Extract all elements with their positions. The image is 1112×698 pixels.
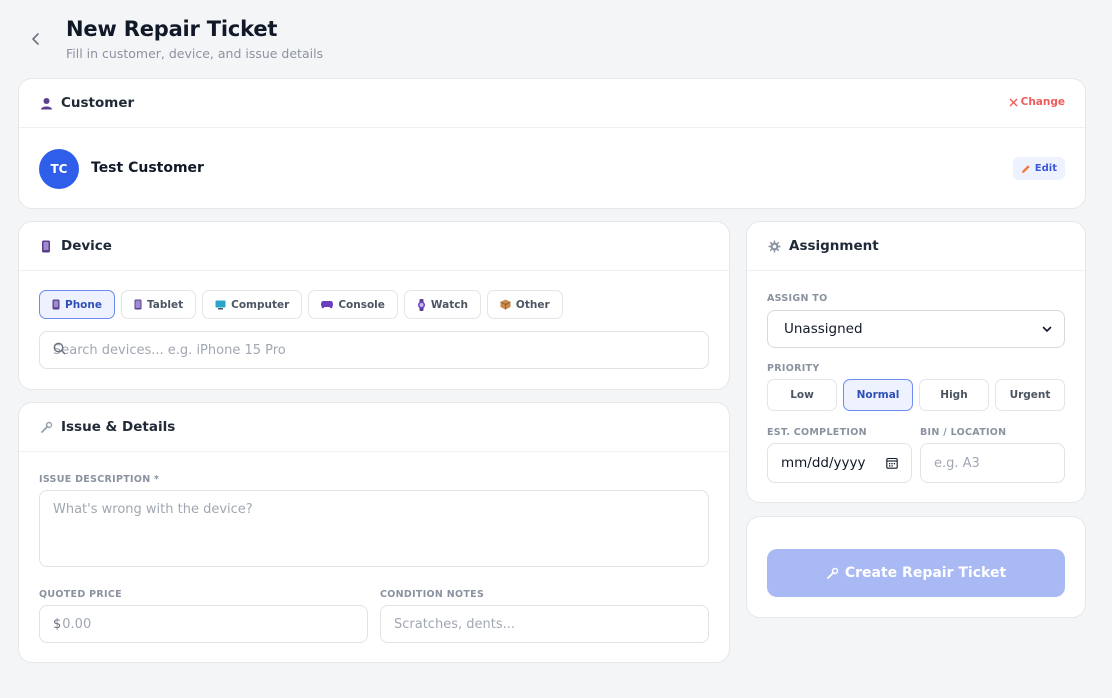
quoted-price-input[interactable]: [62, 616, 354, 632]
chevron-down-icon: [1042, 326, 1052, 333]
device-type-label: Other: [515, 298, 550, 311]
device-search-input[interactable]: [53, 342, 695, 358]
customer-name: Test Customer: [91, 160, 204, 176]
page-subtitle: Fill in customer, device, and issue deta…: [66, 46, 324, 61]
priority-low[interactable]: Low: [767, 379, 837, 411]
gamepad-icon: [321, 301, 334, 309]
back-button[interactable]: [21, 24, 51, 54]
avatar: TC: [39, 149, 79, 189]
condition-notes-label: CONDITION NOTES: [380, 589, 485, 600]
device-type-tablet[interactable]: Tablet: [120, 290, 197, 319]
assignment-card-header: Assignment: [747, 222, 1085, 271]
est-completion-label: EST. COMPLETION: [767, 427, 867, 438]
assignment-card: Assignment ASSIGN TO Unassigned PRIORITY…: [746, 221, 1086, 503]
device-card: Device Phone Tablet Computer Console Wat…: [18, 221, 730, 390]
issue-description-label: ISSUE DESCRIPTION *: [39, 474, 160, 485]
device-type-selector: Phone Tablet Computer Console Watch Othe…: [39, 290, 563, 319]
est-completion-value: mm/dd/yyyy: [781, 455, 866, 471]
est-completion-field[interactable]: mm/dd/yyyy: [767, 443, 912, 483]
page-header: New Repair Ticket Fill in customer, devi…: [0, 0, 1112, 78]
package-icon: [500, 299, 511, 310]
pencil-icon: [1021, 164, 1030, 173]
customer-card-header: Customer Change: [19, 79, 1085, 128]
issue-card: Issue & Details ISSUE DESCRIPTION * QUOT…: [18, 402, 730, 663]
device-section-title: Device: [61, 238, 112, 254]
page-title: New Repair Ticket: [66, 17, 278, 41]
priority-label: PRIORITY: [767, 363, 820, 374]
calendar-icon[interactable]: [886, 457, 898, 469]
device-search-field[interactable]: [39, 331, 709, 369]
priority-normal[interactable]: Normal: [843, 379, 913, 411]
device-type-console[interactable]: Console: [308, 290, 398, 319]
gear-icon: [767, 239, 781, 253]
phone-icon: [52, 299, 60, 310]
assignment-section-title: Assignment: [789, 238, 879, 254]
wrench-icon: [826, 567, 839, 579]
change-label: Change: [1020, 96, 1065, 108]
condition-notes-field[interactable]: [380, 605, 709, 643]
device-type-other[interactable]: Other: [486, 290, 563, 319]
bin-location-label: BIN / LOCATION: [920, 427, 1007, 438]
customer-section-title: Customer: [61, 95, 135, 111]
search-icon: [53, 342, 66, 359]
quoted-price-label: QUOTED PRICE: [39, 589, 122, 600]
device-card-header: Device: [19, 222, 729, 271]
issue-section-title: Issue & Details: [61, 419, 176, 435]
user-icon: [39, 96, 53, 110]
create-ticket-label: Create Repair Ticket: [844, 565, 1007, 581]
device-type-label: Watch: [430, 298, 468, 311]
device-type-computer[interactable]: Computer: [202, 290, 303, 319]
wrench-icon: [39, 420, 53, 434]
bin-location-field[interactable]: [920, 443, 1065, 483]
device-type-label: Computer: [231, 298, 290, 311]
currency-prefix: $: [53, 616, 62, 632]
bin-location-input[interactable]: [934, 455, 1051, 471]
assign-to-select[interactable]: Unassigned: [767, 310, 1065, 348]
close-icon: [1009, 98, 1018, 106]
device-type-watch[interactable]: Watch: [403, 290, 481, 319]
assign-to-value: Unassigned: [784, 321, 863, 337]
condition-notes-input[interactable]: [394, 616, 695, 632]
computer-icon: [215, 300, 226, 309]
edit-customer-button[interactable]: Edit: [1012, 157, 1065, 180]
issue-card-header: Issue & Details: [19, 403, 729, 452]
change-customer-button[interactable]: Change: [1009, 96, 1065, 108]
quoted-price-field[interactable]: $: [39, 605, 368, 643]
priority-high[interactable]: High: [919, 379, 989, 411]
action-card: Create Repair Ticket: [746, 516, 1086, 618]
assign-to-label: ASSIGN TO: [767, 293, 828, 304]
device-type-label: Phone: [65, 298, 102, 311]
issue-description-field[interactable]: [39, 490, 709, 567]
issue-description-input[interactable]: [53, 502, 695, 558]
customer-card: Customer Change TC Test Customer Edit: [18, 78, 1086, 209]
priority-selector: Low Normal High Urgent: [767, 379, 1065, 411]
device-type-label: Console: [338, 298, 385, 311]
edit-label: Edit: [1034, 163, 1057, 174]
create-ticket-button[interactable]: Create Repair Ticket: [767, 549, 1065, 597]
chevron-left-icon: [32, 33, 39, 45]
tablet-icon: [134, 299, 142, 310]
phone-icon: [39, 239, 53, 253]
watch-icon: [417, 298, 425, 311]
priority-urgent[interactable]: Urgent: [995, 379, 1065, 411]
device-type-phone[interactable]: Phone: [39, 290, 115, 319]
device-type-label: Tablet: [146, 298, 184, 311]
